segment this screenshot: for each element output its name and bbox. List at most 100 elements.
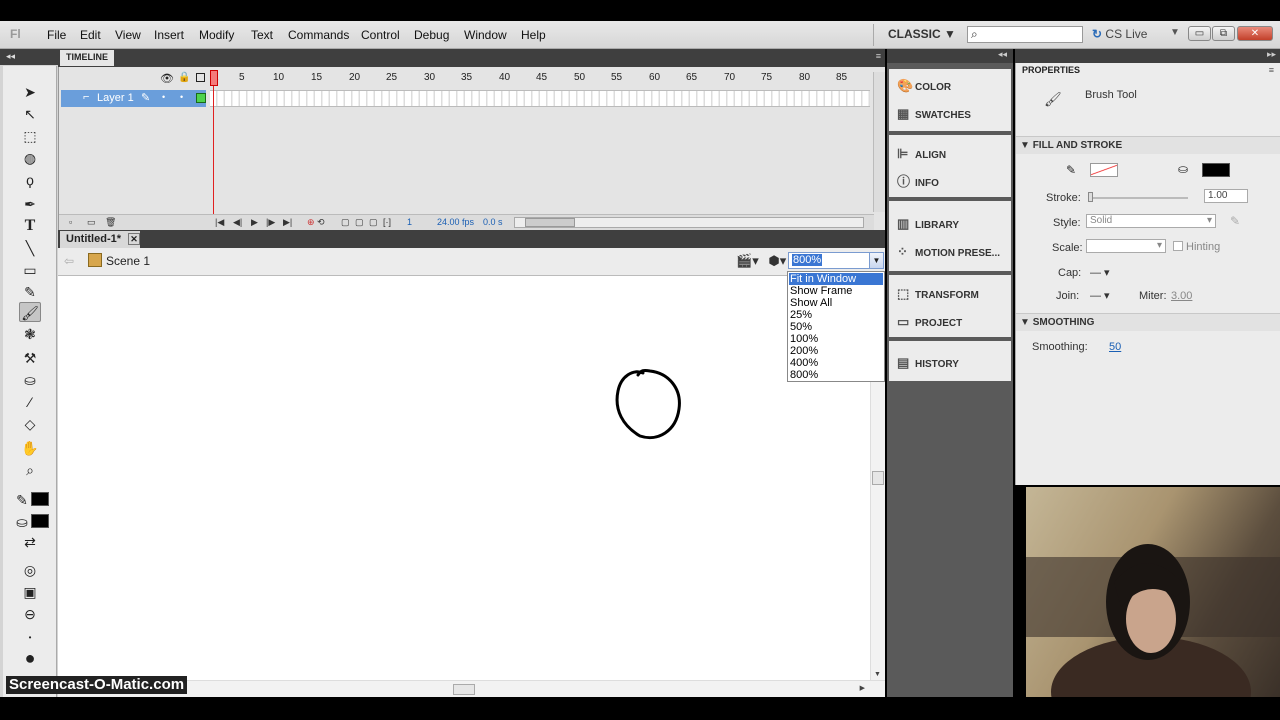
close-icon[interactable]: ✕: [128, 233, 140, 245]
visibility-dot[interactable]: •: [162, 92, 165, 102]
panel-library[interactable]: ▥ LIBRARY: [897, 213, 1012, 235]
menu-insert[interactable]: Insert: [154, 28, 184, 42]
zoom-option[interactable]: 800%: [789, 369, 883, 381]
scene-label[interactable]: Scene 1: [106, 254, 150, 268]
menu-commands[interactable]: Commands: [288, 28, 349, 42]
menu-help[interactable]: Help: [521, 28, 546, 42]
panel-swatches[interactable]: ▦ SWATCHES: [897, 103, 1012, 125]
rectangle-tool-icon[interactable]: ▭: [19, 260, 41, 280]
frame-grid[interactable]: [210, 90, 870, 107]
new-layer-icon[interactable]: ▫: [69, 217, 72, 227]
paint-bucket-tool-icon[interactable]: ⛀: [19, 370, 41, 390]
lock-icon[interactable]: 🔒: [178, 72, 190, 83]
zoom-option[interactable]: Show All: [789, 297, 883, 309]
center-frame-icon[interactable]: ⊕: [307, 217, 315, 228]
first-frame-icon[interactable]: |◀: [215, 217, 224, 228]
fill-color-swatch[interactable]: [31, 514, 49, 528]
eye-icon[interactable]: 👁: [160, 72, 174, 85]
zoom-option[interactable]: 50%: [789, 321, 883, 333]
selection-tool-icon[interactable]: ➤: [19, 82, 41, 102]
loop-icon[interactable]: ⟲: [317, 217, 325, 228]
brush-shape-icon[interactable]: ●: [19, 648, 41, 668]
zoom-tool-icon[interactable]: ⌕: [19, 460, 41, 480]
object-drawing-icon[interactable]: ◎: [19, 560, 41, 580]
zoom-option[interactable]: 400%: [789, 357, 883, 369]
text-tool-icon[interactable]: T: [19, 216, 41, 236]
expand-icon[interactable]: ◂◂: [998, 49, 1007, 60]
brush-tool-icon[interactable]: 🖌: [19, 302, 41, 322]
current-frame[interactable]: 1: [407, 217, 412, 227]
edit-scene-icon[interactable]: 🎬: [736, 253, 752, 268]
onion-skin-icon[interactable]: ▢: [341, 217, 350, 228]
miter-value[interactable]: 3.00: [1171, 290, 1192, 302]
prev-frame-icon[interactable]: ◀|: [233, 217, 242, 228]
panel-menu-icon[interactable]: ≡: [876, 51, 881, 61]
restore-button[interactable]: ⧉: [1212, 26, 1235, 41]
section-smoothing[interactable]: ▼ SMOOTHING: [1016, 313, 1280, 331]
outline-icon[interactable]: [196, 73, 205, 82]
menu-edit[interactable]: Edit: [80, 28, 101, 42]
brush-size-icon[interactable]: •: [19, 628, 41, 648]
zoom-option[interactable]: 100%: [789, 333, 883, 345]
lock-dot[interactable]: •: [180, 92, 183, 102]
stroke-slider-thumb[interactable]: [1088, 192, 1093, 202]
join-select[interactable]: — ▾: [1090, 289, 1110, 302]
cs-live-button[interactable]: ↻ CS Live: [1092, 27, 1147, 41]
scroll-thumb[interactable]: [453, 684, 475, 695]
panel-project[interactable]: ▭ PROJECT: [897, 311, 1012, 333]
pencil-tool-icon[interactable]: ✎: [19, 282, 41, 302]
scroll-down-icon[interactable]: ▼: [874, 671, 881, 678]
tab-timeline[interactable]: TIMELINE: [60, 50, 114, 66]
collapse-icon[interactable]: ▸▸: [1267, 49, 1276, 60]
last-frame-icon[interactable]: ▶|: [283, 217, 292, 228]
pen-tool-icon[interactable]: ✒: [19, 194, 41, 214]
edit-symbols-icon[interactable]: ⬢: [768, 253, 779, 268]
panel-color[interactable]: 🎨 COLOR: [897, 75, 1012, 97]
scroll-thumb[interactable]: [525, 218, 575, 227]
play-icon[interactable]: ▶: [251, 217, 258, 228]
scroll-thumb[interactable]: [872, 471, 884, 485]
next-frame-icon[interactable]: |▶: [266, 217, 275, 228]
free-transform-tool-icon[interactable]: ⬚: [19, 126, 41, 146]
lasso-tool-icon[interactable]: ϙ: [19, 170, 41, 190]
timeline-scrollbar[interactable]: [873, 72, 885, 212]
stage-canvas[interactable]: [58, 276, 870, 680]
bone-tool-icon[interactable]: ⚒: [19, 348, 41, 368]
hand-tool-icon[interactable]: ✋: [19, 438, 41, 458]
deco-tool-icon[interactable]: ❃: [19, 324, 41, 344]
modify-markers-icon[interactable]: [·]: [383, 217, 391, 227]
tab-document[interactable]: Untitled-1* ✕: [60, 231, 140, 248]
panel-align[interactable]: ⊫ ALIGN: [897, 143, 1012, 165]
timeline-hscrollbar[interactable]: [514, 217, 864, 228]
panel-transform[interactable]: ⬚ TRANSFORM: [897, 283, 1012, 305]
eyedropper-tool-icon[interactable]: ⁄: [19, 392, 41, 412]
playhead[interactable]: [210, 70, 218, 86]
menu-file[interactable]: File: [47, 28, 66, 42]
collapse-icon[interactable]: ◂◂: [6, 51, 15, 62]
panel-info[interactable]: ⓘ INFO: [897, 171, 1012, 193]
stroke-slider[interactable]: [1088, 197, 1188, 199]
close-button[interactable]: ✕: [1237, 26, 1273, 41]
edit-multiple-icon[interactable]: ▢: [369, 217, 378, 228]
onion-outline-icon[interactable]: ▢: [355, 217, 364, 228]
hinting-checkbox[interactable]: [1173, 241, 1183, 251]
menu-window[interactable]: Window: [464, 28, 507, 42]
smoothing-value[interactable]: 50: [1109, 341, 1121, 353]
new-folder-icon[interactable]: ▭: [87, 217, 96, 228]
edit-stroke-style-icon[interactable]: ✎: [1230, 214, 1240, 228]
zoom-option[interactable]: Fit in Window: [789, 273, 883, 285]
layer-row[interactable]: ⌐ Layer 1 ✎ • •: [61, 90, 206, 107]
outline-color-swatch[interactable]: [196, 93, 206, 103]
zoom-select[interactable]: 800% ▼: [788, 252, 884, 269]
panel-menu-icon[interactable]: ≡: [1269, 65, 1274, 75]
help-search-input[interactable]: ⌕: [967, 26, 1083, 43]
menu-text[interactable]: Text: [251, 28, 273, 42]
zoom-value[interactable]: 800%: [792, 254, 823, 266]
eraser-tool-icon[interactable]: ◇: [19, 414, 41, 434]
stroke-input[interactable]: 1.00: [1204, 189, 1248, 203]
menu-modify[interactable]: Modify: [199, 28, 234, 42]
panel-history[interactable]: ▤ HISTORY: [897, 352, 1012, 374]
3d-rotation-tool-icon[interactable]: ◍: [19, 148, 41, 168]
menu-view[interactable]: View: [115, 28, 141, 42]
scale-select[interactable]: ▾: [1086, 239, 1166, 253]
